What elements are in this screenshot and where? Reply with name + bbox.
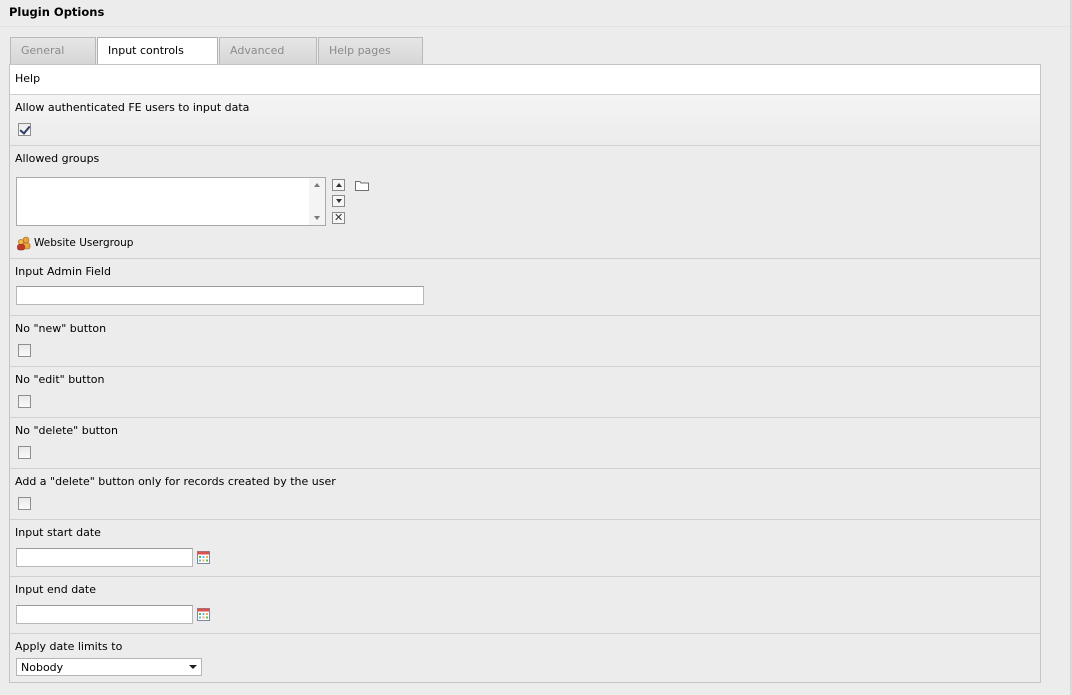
remove-icon: ✕ (334, 211, 344, 224)
chevron-down-icon (189, 665, 197, 669)
input-admin-field-label: Input Admin Field (15, 265, 111, 278)
delete-own-label: Add a "delete" button only for records c… (15, 475, 336, 488)
input-controls-panel: Help Allow authenticated FE users to inp… (9, 64, 1041, 683)
usergroup-label: Website Usergroup (34, 237, 134, 249)
date-limits-value: Nobody (21, 661, 64, 674)
date-limits-label: Apply date limits to (15, 640, 123, 653)
start-date-label: Input start date (15, 526, 101, 539)
delete-own-row: Add a "delete" button only for records c… (10, 469, 1040, 520)
tab-advanced[interactable]: Advanced (219, 37, 317, 64)
no-delete-checkbox[interactable] (18, 446, 31, 459)
tab-help-pages[interactable]: Help pages (318, 37, 423, 64)
move-down-button[interactable] (332, 195, 345, 207)
move-up-button[interactable] (332, 179, 345, 191)
allow-fe-row: Allow authenticated FE users to input da… (10, 95, 1040, 146)
calendar-icon[interactable] (197, 608, 210, 621)
allow-fe-label: Allow authenticated FE users to input da… (15, 101, 250, 114)
tab-input-controls[interactable]: Input controls (97, 37, 218, 65)
delete-own-checkbox[interactable] (18, 497, 31, 510)
no-new-checkbox[interactable] (18, 344, 31, 357)
date-limits-row: Apply date limits to Nobody (10, 634, 1040, 683)
move-up-icon (336, 183, 342, 187)
no-edit-checkbox[interactable] (18, 395, 31, 408)
allowed-groups-row: Allowed groups ✕ Website Usergroup (10, 146, 1040, 259)
allowed-groups-listbox[interactable] (16, 177, 326, 226)
end-date-label: Input end date (15, 583, 97, 596)
scroll-down-icon[interactable] (314, 216, 320, 220)
allow-fe-checkbox[interactable] (18, 123, 31, 136)
input-admin-field-row: Input Admin Field (10, 259, 1040, 316)
no-delete-label: No "delete" button (15, 424, 119, 437)
input-admin-field-input[interactable] (16, 286, 424, 305)
remove-button[interactable]: ✕ (332, 211, 345, 224)
move-down-icon (336, 199, 342, 203)
start-date-row: Input start date (10, 520, 1040, 577)
help-row: Help (10, 65, 1040, 95)
listbox-scrollbar[interactable] (309, 178, 325, 225)
no-delete-row: No "delete" button (10, 418, 1040, 469)
help-label: Help (15, 72, 41, 85)
no-edit-label: No "edit" button (15, 373, 105, 386)
tab-general[interactable]: General (10, 37, 96, 64)
scroll-up-icon[interactable] (314, 183, 320, 187)
folder-icon[interactable] (355, 180, 369, 191)
calendar-icon[interactable] (197, 551, 210, 564)
title-divider (0, 26, 1072, 27)
no-edit-row: No "edit" button (10, 367, 1040, 418)
no-new-label: No "new" button (15, 322, 107, 335)
allowed-groups-label: Allowed groups (15, 152, 100, 165)
end-date-input[interactable] (16, 605, 193, 624)
end-date-row: Input end date (10, 577, 1040, 634)
date-limits-select[interactable]: Nobody (16, 658, 202, 676)
usergroup-icon (17, 236, 31, 251)
page-title: Plugin Options (9, 5, 105, 19)
start-date-input[interactable] (16, 548, 193, 567)
no-new-row: No "new" button (10, 316, 1040, 367)
